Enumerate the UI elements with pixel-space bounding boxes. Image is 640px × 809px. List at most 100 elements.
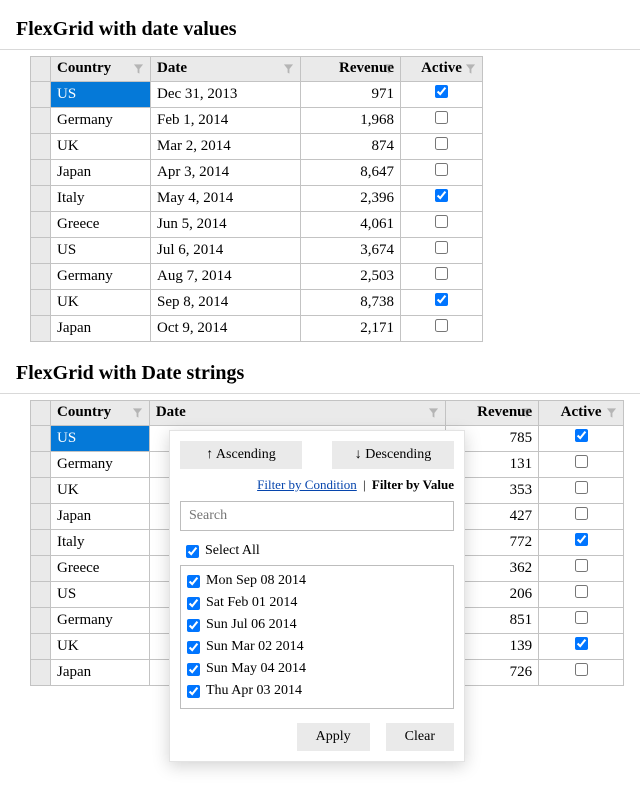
cell-country[interactable]: UK: [51, 478, 150, 504]
active-checkbox[interactable]: [575, 611, 588, 624]
select-all-checkbox[interactable]: [186, 545, 199, 558]
row-header[interactable]: [31, 504, 51, 530]
active-checkbox[interactable]: [575, 559, 588, 572]
cell-revenue[interactable]: 3,674: [301, 238, 401, 264]
cell-date[interactable]: Feb 1, 2014: [151, 108, 301, 134]
cell-revenue[interactable]: 2,396: [301, 186, 401, 212]
row-header[interactable]: [31, 530, 51, 556]
active-checkbox[interactable]: [575, 429, 588, 442]
grid1-col-active[interactable]: Active: [401, 57, 483, 82]
active-checkbox[interactable]: [575, 585, 588, 598]
table-row[interactable]: JapanApr 3, 20148,647: [31, 160, 483, 186]
cell-country[interactable]: UK: [51, 634, 150, 660]
cell-country[interactable]: Greece: [51, 556, 150, 582]
filter-value-checkbox[interactable]: [187, 619, 200, 632]
active-checkbox[interactable]: [435, 215, 448, 228]
cell-active[interactable]: [401, 238, 483, 264]
filter-value-item[interactable]: Thu Apr 03 2014: [187, 680, 447, 702]
table-row[interactable]: GermanyFeb 1, 20141,968: [31, 108, 483, 134]
filter-by-value-link[interactable]: Filter by Value: [372, 477, 454, 492]
row-header[interactable]: [31, 212, 51, 238]
cell-revenue[interactable]: 2,171: [301, 316, 401, 342]
cell-country[interactable]: Greece: [51, 212, 151, 238]
active-checkbox[interactable]: [575, 455, 588, 468]
cell-date[interactable]: Oct 9, 2014: [151, 316, 301, 342]
cell-active[interactable]: [401, 212, 483, 238]
row-header[interactable]: [31, 426, 51, 452]
cell-revenue[interactable]: 2,503: [301, 264, 401, 290]
filter-value-label[interactable]: Thu Apr 03 2014: [187, 683, 447, 699]
filter-value-label[interactable]: Mon Sep 08 2014: [187, 573, 447, 589]
row-header[interactable]: [31, 82, 51, 108]
cell-revenue[interactable]: 971: [301, 82, 401, 108]
cell-country[interactable]: Germany: [51, 108, 151, 134]
filter-by-condition-link[interactable]: Filter by Condition: [257, 477, 357, 492]
cell-country[interactable]: US: [51, 238, 151, 264]
cell-active[interactable]: [539, 478, 624, 504]
row-header[interactable]: [31, 478, 51, 504]
active-checkbox[interactable]: [435, 293, 448, 306]
grid1[interactable]: Country Date Revenue Active USDec 31, 20…: [30, 56, 483, 342]
cell-active[interactable]: [539, 452, 624, 478]
cell-country[interactable]: US: [51, 582, 150, 608]
row-header[interactable]: [31, 290, 51, 316]
table-row[interactable]: UKMar 2, 2014874: [31, 134, 483, 160]
cell-date[interactable]: Apr 3, 2014: [151, 160, 301, 186]
active-checkbox[interactable]: [435, 137, 448, 150]
active-checkbox[interactable]: [435, 319, 448, 332]
cell-active[interactable]: [401, 134, 483, 160]
table-row[interactable]: USDec 31, 2013971: [31, 82, 483, 108]
active-checkbox[interactable]: [435, 111, 448, 124]
cell-country[interactable]: Italy: [51, 530, 150, 556]
table-row[interactable]: GermanyAug 7, 20142,503: [31, 264, 483, 290]
filter-value-item[interactable]: Sat Feb 01 2014: [187, 592, 447, 614]
row-header[interactable]: [31, 582, 51, 608]
active-checkbox[interactable]: [575, 533, 588, 546]
active-checkbox[interactable]: [435, 85, 448, 98]
cell-revenue[interactable]: 1,968: [301, 108, 401, 134]
grid1-col-date[interactable]: Date: [151, 57, 301, 82]
table-row[interactable]: UKSep 8, 20148,738: [31, 290, 483, 316]
grid1-col-country[interactable]: Country: [51, 57, 151, 82]
row-header[interactable]: [31, 634, 51, 660]
cell-active[interactable]: [539, 608, 624, 634]
table-row[interactable]: JapanOct 9, 20142,171: [31, 316, 483, 342]
filter-search-input[interactable]: [180, 501, 454, 531]
filter-value-checkbox[interactable]: [187, 575, 200, 588]
cell-country[interactable]: Japan: [51, 160, 151, 186]
row-header[interactable]: [31, 238, 51, 264]
cell-active[interactable]: [401, 82, 483, 108]
filter-value-checkbox[interactable]: [187, 663, 200, 676]
apply-button[interactable]: Apply: [297, 723, 370, 751]
cell-active[interactable]: [539, 634, 624, 660]
table-row[interactable]: ItalyMay 4, 20142,396: [31, 186, 483, 212]
cell-date[interactable]: Sep 8, 2014: [151, 290, 301, 316]
filter-icon[interactable]: [132, 408, 143, 419]
cell-date[interactable]: May 4, 2014: [151, 186, 301, 212]
filter-value-checkbox[interactable]: [187, 597, 200, 610]
grid1-col-revenue[interactable]: Revenue: [301, 57, 401, 82]
filter-values-list[interactable]: Mon Sep 08 2014Sat Feb 01 2014Sun Jul 06…: [180, 565, 454, 709]
cell-date[interactable]: Dec 31, 2013: [151, 82, 301, 108]
cell-revenue[interactable]: 874: [301, 134, 401, 160]
row-header[interactable]: [31, 108, 51, 134]
cell-active[interactable]: [401, 160, 483, 186]
filter-icon[interactable]: [428, 408, 439, 419]
grid2-col-country[interactable]: Country: [51, 401, 150, 426]
row-header[interactable]: [31, 134, 51, 160]
filter-value-label[interactable]: Sat Feb 01 2014: [187, 595, 447, 611]
filter-icon[interactable]: [283, 64, 294, 75]
filter-value-item[interactable]: Sun Mar 02 2014: [187, 636, 447, 658]
cell-revenue[interactable]: 8,647: [301, 160, 401, 186]
cell-country[interactable]: US: [51, 82, 151, 108]
cell-country[interactable]: Germany: [51, 452, 150, 478]
row-header[interactable]: [31, 660, 51, 686]
cell-country[interactable]: Germany: [51, 264, 151, 290]
filter-value-item[interactable]: Mon Sep 08 2014: [187, 570, 447, 592]
active-checkbox[interactable]: [575, 507, 588, 520]
active-checkbox[interactable]: [575, 481, 588, 494]
cell-revenue[interactable]: 4,061: [301, 212, 401, 238]
sort-desc-button[interactable]: ↓ Descending: [332, 441, 454, 469]
filter-icon[interactable]: [465, 64, 476, 75]
table-row[interactable]: USJul 6, 20143,674: [31, 238, 483, 264]
